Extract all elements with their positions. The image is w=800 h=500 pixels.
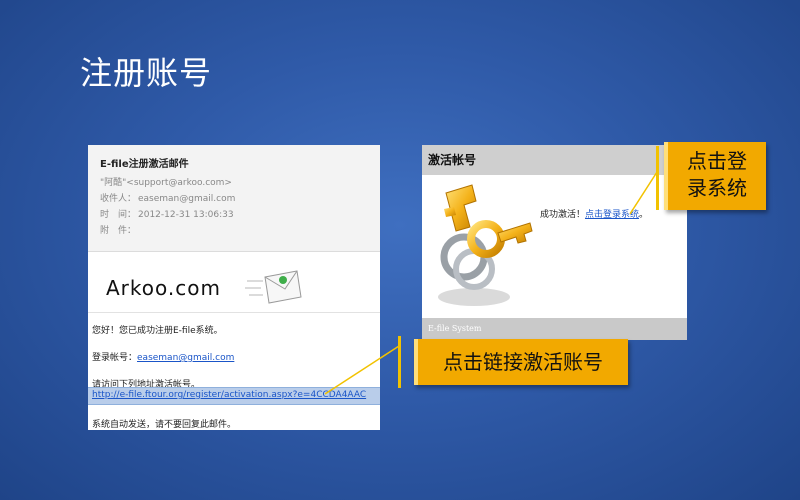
login-pointer-line [629,171,658,215]
callout-activate-link: 点击链接激活账号 [414,339,628,385]
callout-login-line1: 点击登 [687,149,747,173]
link-pointer-line [324,345,400,395]
callout-pointer-lines [324,171,658,395]
callout-login-line2: 录系统 [687,176,747,200]
callout-login: 点击登 录系统 [664,142,766,210]
